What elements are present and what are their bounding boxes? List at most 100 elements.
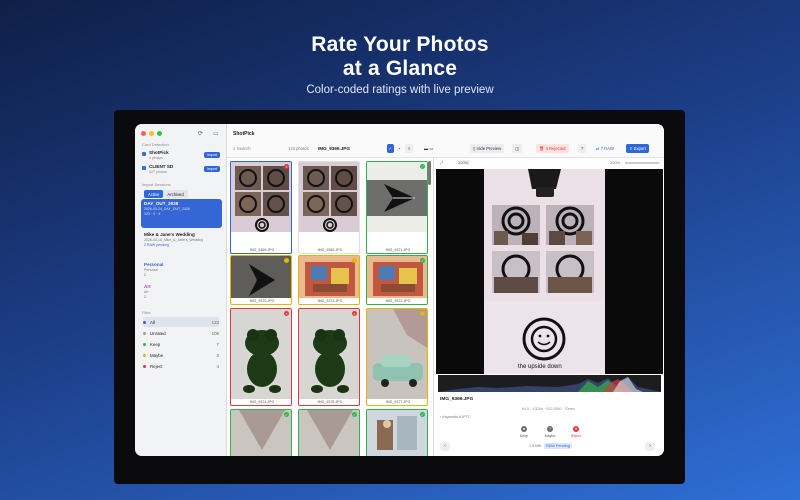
project-item-personal[interactable]: Personal Personal 2 [141,260,222,279]
session-date: 2026-03-16_Mike_&_Jane's_Wedding [144,238,204,242]
project-count: 2 [144,295,146,299]
photo-thumbnail[interactable]: IMG_9377.JPG · [366,308,428,406]
rate-label: Reject [570,434,582,438]
keywords-toggle[interactable]: › Keywords & IPTC [440,415,471,419]
clock-icon[interactable]: ◔ [395,144,404,153]
raw-button[interactable]: ⇄ 7 RAW [593,144,617,153]
current-file: IMG_9369.JPG [318,146,350,151]
filter-keep[interactable]: Keep 7 [143,339,219,349]
histogram-graph [438,377,661,392]
keep-icon: ● [521,426,527,432]
session-item-wedding[interactable]: Mike & Jane's Wedding 2026-03-16_Mike_&_… [141,230,222,256]
stack-icon[interactable]: ≡ [405,144,414,153]
histogram [438,375,661,392]
app-window: ⟳ ▭ Card Detection ShotPick 4 photos Imp… [135,124,664,456]
photo-thumbnail[interactable]: ✓ [366,409,428,456]
close-window-button[interactable] [141,131,146,136]
previous-button[interactable]: ‹ [440,442,450,451]
thumbnail-image [299,162,359,232]
rejected-button[interactable]: 🗑 4 Rejected [536,144,569,153]
project-name: Art [144,284,151,289]
fit-icon[interactable]: ⤢ [440,160,443,165]
filter-label-text: All [150,319,155,325]
raw-status-badge: RAW Pending [544,443,572,449]
search-input[interactable]: ⌕ Search [233,146,251,151]
photo-thumbnail[interactable]: IMG_9371.JPG ✓ [366,161,428,254]
preview-panel: ⤢ 100% 100% the upside down IMG_9369.JPG… [433,158,664,456]
sidebar: ⟳ ▭ Card Detection ShotPick 4 photos Imp… [135,124,227,456]
preview-filename: IMG_9369.JPG [440,397,474,402]
photo-thumbnail[interactable]: ✓ [230,409,292,456]
tab-archived[interactable]: Archived [163,190,187,198]
card-sub: 4 photos [149,156,163,160]
rate-maybe-button[interactable]: ? Maybe [540,426,560,438]
search-placeholder: Search [236,146,251,151]
thumbnail-caption: IMG_9371.JPG [385,248,411,252]
photo-thumbnail[interactable]: ✓ [298,409,360,456]
photo-grid: IMG_9369.JPG × IMG_9369.JPG IMG_9371.JPG ✓ IM… [227,158,428,456]
rate-reject-button[interactable]: ✕ Reject [566,426,586,438]
panel-layout-icon[interactable]: ◫ [512,144,522,153]
photo-thumbnail[interactable]: IMG_9369.JPG [298,161,360,254]
photo-thumbnail[interactable]: IMG_9373.JPG · [298,255,360,305]
filter-dot [143,331,146,335]
export-button[interactable]: ⇪ Export [626,144,649,153]
preview-meta: f/4.0 · 1/320s · ISO 2500 · 70mm [522,407,575,411]
hero-title: Rate Your Photos at a Glance [0,33,800,81]
filter-reject[interactable]: Reject 4 [143,361,219,371]
photo-thumbnail[interactable]: IMG_9374.JPG × [230,308,292,406]
rate-label: Maybe [544,434,556,438]
rating-badge-maybe: · [284,258,289,263]
refresh-icon[interactable]: ⟳ [198,130,203,137]
photo-thumbnail[interactable]: IMG_9372.JPG ✓ [366,255,428,305]
session-name: DAY_OUT_2026 [144,201,179,206]
filter-dot [143,342,146,346]
raw-label: 7 RAW [600,146,614,151]
rating-badge-keep: ✓ [420,258,425,263]
chevron-right-icon: › [649,443,651,449]
thumbnail-image [231,256,291,298]
select-checkbox-icon[interactable]: ✓ [387,144,394,153]
sd-card-icon [142,166,146,170]
zoom-slider[interactable] [625,162,659,164]
thumbnail-caption: IMG_9369.JPG [249,248,275,252]
next-button[interactable]: › [645,442,655,451]
rating-badge-keep: ✓ [420,164,425,169]
grid-scrollbar[interactable] [428,161,431,185]
thumbnail-image [231,410,291,456]
import-sessions-label: Import Sessions [142,182,171,187]
grid-size-slider[interactable]: ▬ ▭ [421,144,451,153]
minimize-window-button[interactable] [149,131,154,136]
filter-all[interactable]: All 123 [143,317,219,327]
help-icon[interactable]: ? [578,144,587,153]
sd-card-icon [142,152,146,156]
session-meta: 123 · 0 · 4 [144,212,161,216]
photo-thumbnail[interactable]: IMG_9370.JPG · [230,255,292,305]
import-button[interactable]: Import [203,166,220,172]
hide-preview-button[interactable]: ▯ Hide Preview [470,144,505,153]
thumbnail-image [367,309,427,399]
photo-count: 123 photos [288,146,309,151]
thumbnail-caption: IMG_9377.JPG [385,400,411,404]
filter-count: 7 [216,341,219,347]
filter-unrated[interactable]: Unrated 109 [143,328,219,338]
photo-thumbnail[interactable]: IMG_9375.JPG × [298,308,360,406]
rate-keep-button[interactable]: ● Keep [514,426,534,438]
thumbnail-image [231,309,291,399]
zoom-label[interactable]: 100% [456,160,471,165]
session-item-day-out[interactable]: DAY_OUT_2026 2026-03-24_DAY_OUT_2026 123… [141,199,222,228]
sidebar-toggle-icon[interactable]: ▭ [213,130,219,137]
filter-maybe[interactable]: Maybe 3 [143,350,219,360]
preview-footer: 1.5 MB RAW Pending [529,443,572,449]
zoom-window-button[interactable] [157,131,162,136]
filter-label-text: Reject [150,363,163,369]
card-item-client-sd[interactable]: CLIENT SD 427 photos Import [142,164,222,176]
import-button[interactable]: Import [203,152,220,158]
filter-label-text: Maybe [150,352,164,358]
card-item-shotpick[interactable]: ShotPick 4 photos Import [142,150,222,162]
project-item-art[interactable]: Art Art 2 [141,282,222,301]
tab-active[interactable]: Active [144,190,164,198]
photo-thumbnail[interactable]: IMG_9369.JPG × [230,161,292,254]
keywords-label: Keywords & IPTC [442,415,471,419]
hide-preview-label: Hide Preview [476,146,502,151]
